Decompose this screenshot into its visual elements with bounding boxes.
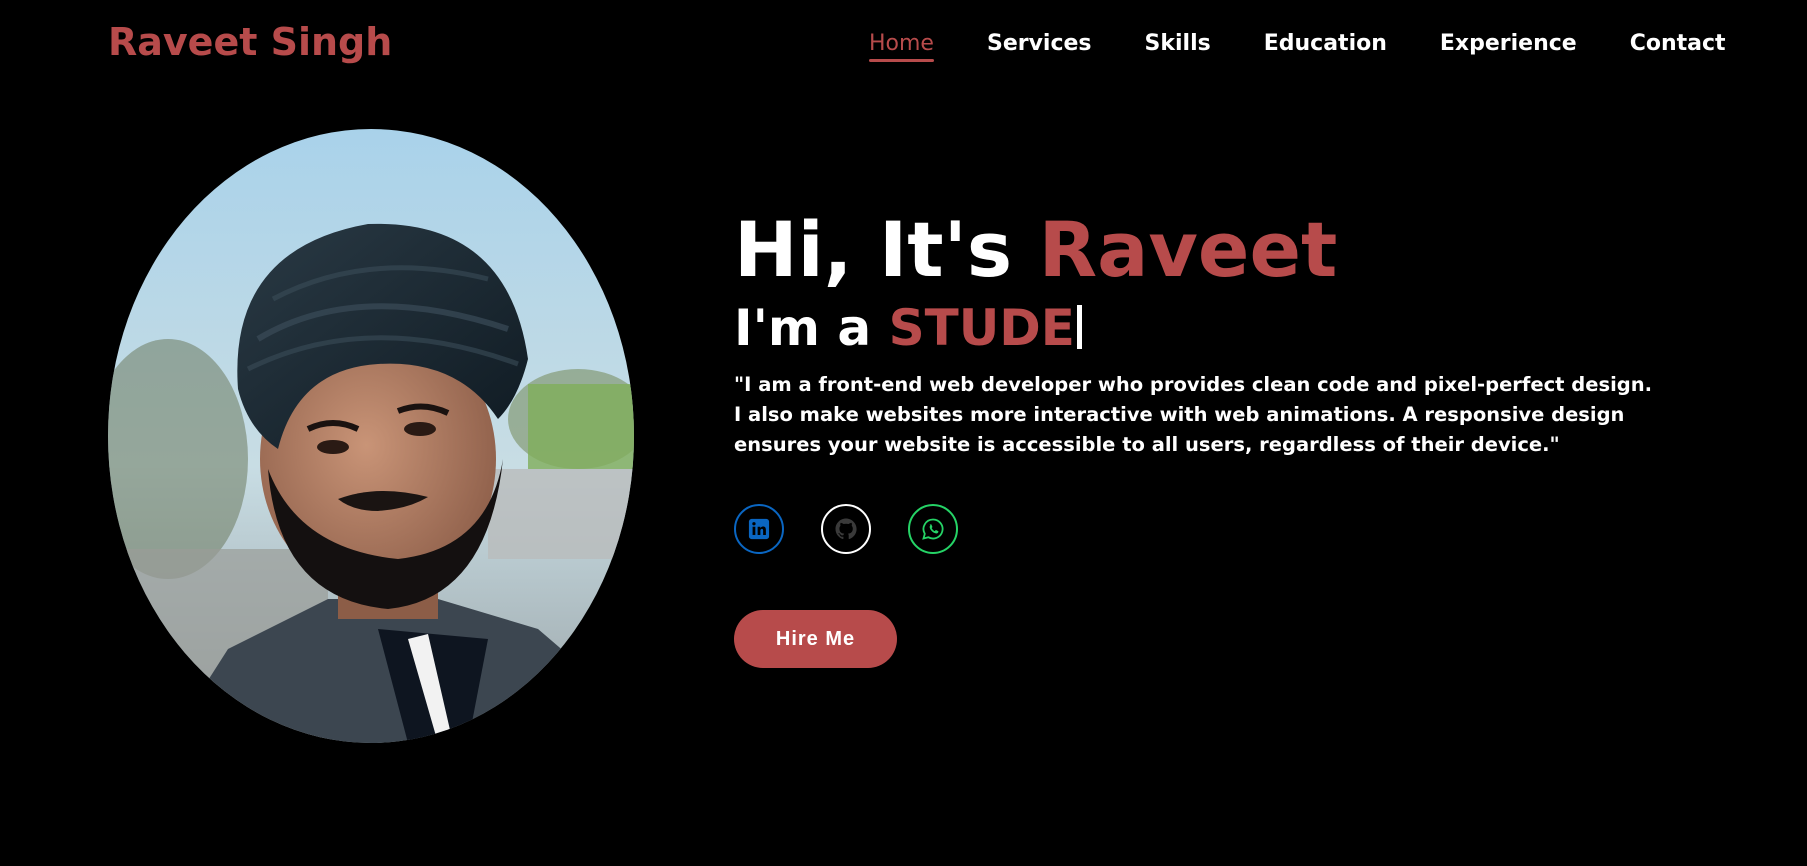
hero-role: I'm a STUDE xyxy=(734,297,1694,359)
social-links xyxy=(734,504,995,554)
typing-cursor xyxy=(1076,305,1082,349)
main-nav: Home Services Skills Education Experienc… xyxy=(869,31,1726,62)
site-header: Raveet Singh Home Services Skills Educat… xyxy=(0,0,1807,96)
nav-home[interactable]: Home xyxy=(869,31,934,62)
profile-photo xyxy=(108,129,634,743)
nav-skills[interactable]: Skills xyxy=(1145,31,1211,62)
linkedin-icon xyxy=(748,518,770,540)
github-link[interactable] xyxy=(821,504,871,554)
hire-me-button[interactable]: Hire Me xyxy=(734,610,897,668)
role-prefix: I'm a xyxy=(734,299,889,357)
nav-education[interactable]: Education xyxy=(1264,31,1387,62)
greeting-name: Raveet xyxy=(1038,205,1338,294)
role-typed-text: STUDE xyxy=(888,299,1075,357)
linkedin-link[interactable] xyxy=(734,504,784,554)
whatsapp-icon xyxy=(922,518,944,540)
github-icon xyxy=(835,518,857,540)
hero-intro: Hi, It's Raveet I'm a STUDE "I am a fron… xyxy=(734,205,1694,480)
greeting-prefix: Hi, It's xyxy=(734,205,1039,294)
hero-greeting: Hi, It's Raveet xyxy=(734,205,1694,295)
nav-services[interactable]: Services xyxy=(987,31,1092,62)
nav-contact[interactable]: Contact xyxy=(1630,31,1726,62)
nav-experience[interactable]: Experience xyxy=(1440,31,1577,62)
hero-bio: "I am a front-end web developer who prov… xyxy=(734,373,1653,456)
site-logo[interactable]: Raveet Singh xyxy=(108,20,392,64)
whatsapp-link[interactable] xyxy=(908,504,958,554)
